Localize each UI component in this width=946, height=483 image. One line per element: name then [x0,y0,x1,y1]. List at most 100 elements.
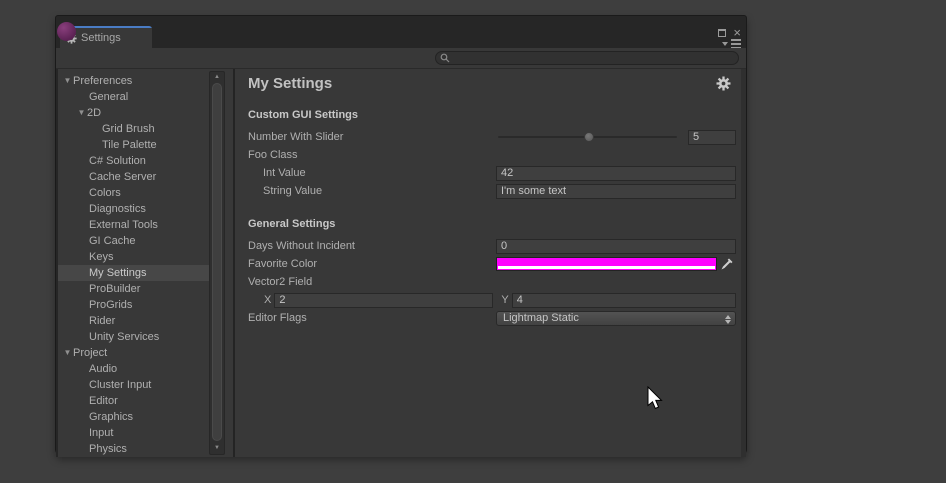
sidebar-item-label: Editor [89,393,118,409]
vector2-y-field[interactable] [512,293,736,308]
sidebar-item-probuilder[interactable]: ProBuilder [58,281,211,297]
sidebar-item-audio[interactable]: Audio [58,361,211,377]
scroll-down-icon[interactable]: ▼ [210,443,224,454]
row-vector2-xy: X Y [248,291,736,309]
expander-icon[interactable]: ▼ [62,345,73,361]
row-vector2-field: Vector2 Field [248,273,736,291]
sidebar-item-gi-cache[interactable]: GI Cache [58,233,211,249]
string-value-field[interactable] [496,184,736,199]
dropdown-selected-value: Lightmap Static [503,312,579,324]
sidebar-item-label: Diagnostics [89,201,146,217]
section-heading-general: General Settings [248,215,736,233]
row-number-with-slider: Number With Slider [248,128,736,146]
field-label: Editor Flags [248,312,496,324]
sidebar-item-label: Physics [89,441,127,457]
sidebar-item-rider[interactable]: Rider [58,313,211,329]
number-slider[interactable] [496,128,679,146]
sidebar-item-editor[interactable]: Editor [58,393,211,409]
maximize-icon[interactable] [718,29,726,37]
sidebar-item-label: ProBuilder [89,281,140,297]
sidebar-item-input[interactable]: Input [58,425,211,441]
sidebar-item-progrids[interactable]: ProGrids [58,297,211,313]
purple-orb-icon [57,22,76,41]
sidebar-item-diagnostics[interactable]: Diagnostics [58,201,211,217]
sidebar-item-label: Grid Brush [102,121,155,137]
sidebar-item-keys[interactable]: Keys [58,249,211,265]
sidebar-item-label: Colors [89,185,121,201]
sidebar-item-my-settings[interactable]: My Settings [58,265,211,281]
sidebar-item-general[interactable]: General [58,89,211,105]
editor-flags-dropdown[interactable]: Lightmap Static [496,311,736,326]
sidebar-item-label: External Tools [89,217,158,233]
vector2-x-field[interactable] [274,293,493,308]
tab-bar: Settings × [56,26,746,48]
expander-icon[interactable]: ▼ [62,73,73,89]
sidebar-item-preferences[interactable]: ▼Preferences [58,73,211,89]
sidebar-item-label: Project [73,345,107,361]
sidebar-item-label: Graphics [89,409,133,425]
sidebar-item-cluster-input[interactable]: Cluster Input [58,377,211,393]
tab-label: Settings [81,32,121,44]
row-string-value: String Value [248,182,736,200]
row-foo-class: Foo Class [248,146,736,164]
settings-window: Settings × ▼Preferences General ▼2D [55,15,747,456]
sidebar-item-graphics[interactable]: Graphics [58,409,211,425]
sidebar-scrollbar[interactable]: ▲ ▼ [209,71,225,455]
sidebar-item-colors[interactable]: Colors [58,185,211,201]
field-label: Vector2 Field [248,276,496,288]
sidebar-item-label: My Settings [89,265,146,281]
slider-knob[interactable] [584,132,594,142]
row-editor-flags: Editor Flags Lightmap Static [248,309,736,327]
field-label: String Value [248,185,496,197]
gear-icon[interactable] [716,76,732,92]
close-icon[interactable]: × [733,28,741,38]
sidebar-item-csharp-solution[interactable]: C# Solution [58,153,211,169]
field-label: Int Value [248,167,496,179]
sidebar-item-label: Cache Server [89,169,156,185]
sidebar-item-2d[interactable]: ▼2D [58,105,211,121]
row-favorite-color: Favorite Color [248,255,736,273]
scroll-up-icon[interactable]: ▲ [210,72,224,83]
sidebar-item-label: Tile Palette [102,137,157,153]
sidebar-item-label: Unity Services [89,329,159,345]
sidebar-item-label: Keys [89,249,113,265]
toolbar [56,48,746,69]
sidebar-item-label: Rider [89,313,115,329]
color-swatch[interactable] [496,257,717,271]
expander-icon[interactable]: ▼ [76,105,87,121]
field-label: Favorite Color [248,258,496,270]
window-titlebar[interactable] [56,16,746,26]
field-label: Foo Class [248,149,496,161]
sidebar-item-label: GI Cache [89,233,135,249]
int-value-field[interactable] [496,166,736,181]
x-axis-label: X [264,294,271,306]
sidebar-item-label: Input [89,425,113,441]
alpha-bar [498,266,715,269]
search-box[interactable] [435,51,739,65]
slider-value-field[interactable] [688,130,736,145]
menu-triangle-icon [722,42,728,46]
sidebar-item-project[interactable]: ▼Project [58,345,211,361]
settings-tree: ▼Preferences General ▼2D Grid Brush Tile… [58,69,233,457]
row-int-value: Int Value [248,164,736,182]
sidebar-item-label: Preferences [73,73,132,89]
sidebar-item-tile-palette[interactable]: Tile Palette [58,137,211,153]
dropdown-arrows-icon [725,315,731,324]
page-title: My Settings [248,75,736,93]
search-icon [440,53,450,63]
sidebar-item-label: C# Solution [89,153,146,169]
eyedropper-icon[interactable] [720,257,735,271]
sidebar-item-unity-services[interactable]: Unity Services [58,329,211,345]
sidebar-item-label: Audio [89,361,117,377]
section-heading-custom-gui: Custom GUI Settings [248,106,736,124]
sidebar-item-label: 2D [87,105,101,121]
scrollbar-thumb[interactable] [212,83,222,441]
sidebar-item-grid-brush[interactable]: Grid Brush [58,121,211,137]
sidebar-item-cache-server[interactable]: Cache Server [58,169,211,185]
sidebar-item-external-tools[interactable]: External Tools [58,217,211,233]
sidebar-item-label: Cluster Input [89,377,151,393]
days-without-incident-field[interactable] [496,239,736,254]
sidebar-item-label: General [89,89,128,105]
sidebar-item-physics[interactable]: Physics [58,441,211,457]
search-input[interactable] [453,52,734,64]
